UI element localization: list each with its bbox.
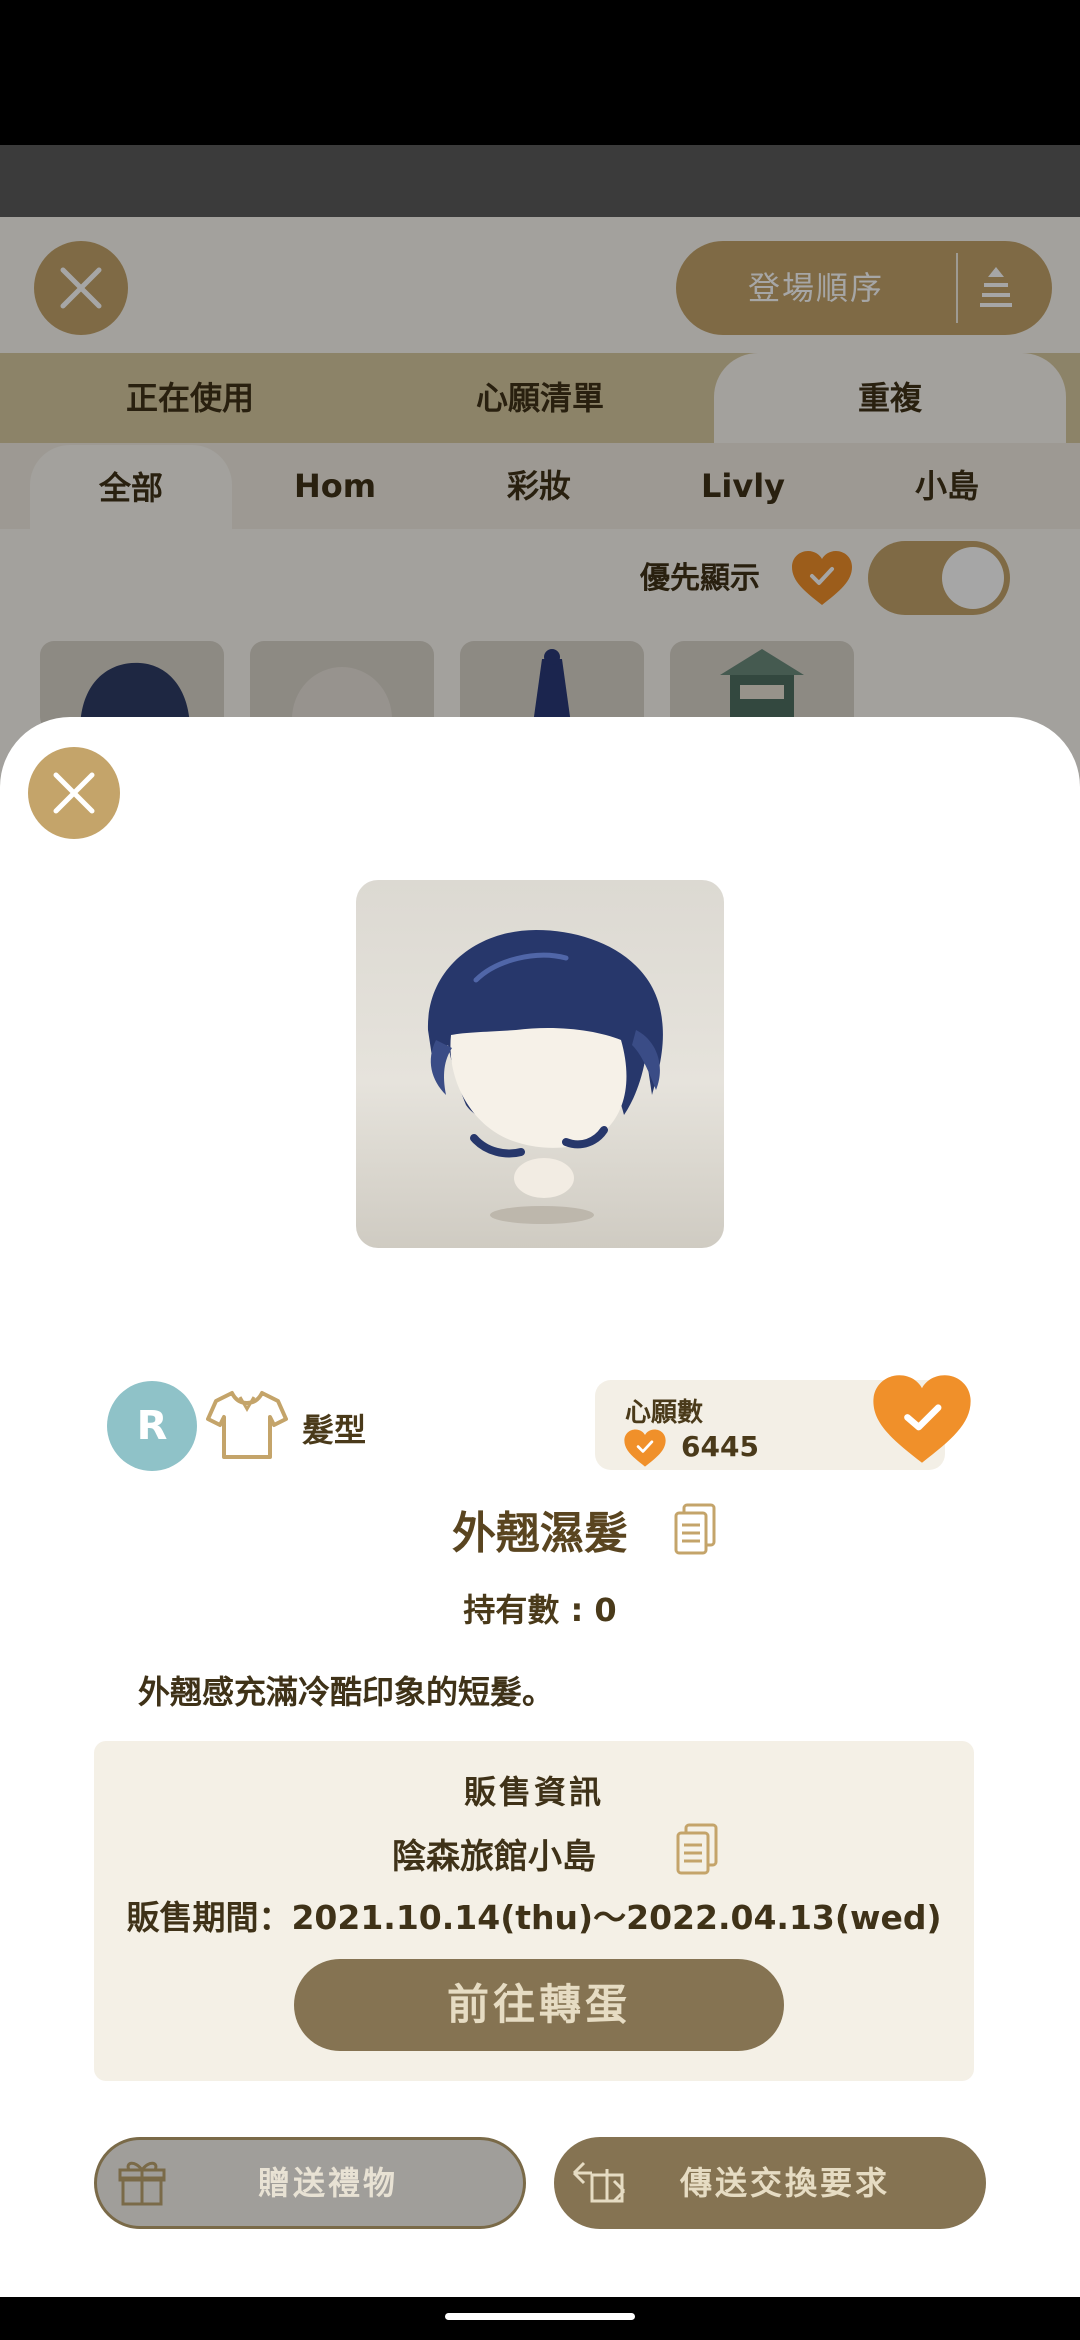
shirt-icon: [206, 1391, 288, 1459]
sale-period: 販售期間：2021.10.14(thu)〜2022.04.13(wed): [126, 1898, 942, 1937]
home-indicator[interactable]: [445, 2313, 635, 2320]
item-detail-sheet: R 髮型 心願數 6445 外翹濕髮 持有數 : 0 外翹感充滿冷酷印象的短髮。…: [0, 717, 1080, 2297]
sale-info-box: 販售資訊 陰森旅館小島 販售期間：2021.10.14(thu)〜2022.04…: [94, 1741, 974, 2081]
rarity-badge: R: [107, 1381, 197, 1471]
go-to-gacha-button[interactable]: 前往轉蛋: [294, 1959, 784, 2051]
wishlist-heart-button[interactable]: [870, 1372, 974, 1466]
wish-label: 心願數: [625, 1398, 704, 1428]
copy-icon[interactable]: [676, 1823, 718, 1875]
close-button[interactable]: [28, 747, 120, 839]
owned-count: 持有數 : 0: [463, 1591, 617, 1629]
close-icon: [53, 772, 95, 814]
item-name: 外翹濕髮: [452, 1508, 628, 1559]
send-gift-label: 贈送禮物: [257, 2164, 398, 2202]
system-nav-bar: [0, 2297, 1080, 2340]
sale-info-title: 販售資訊: [463, 1773, 604, 1811]
wish-heart-small-icon: [624, 1429, 666, 1467]
copy-icon[interactable]: [674, 1503, 716, 1555]
item-description: 外翹感充滿冷酷印象的短髮。: [138, 1673, 555, 1711]
app-bar: [0, 145, 1080, 217]
status-bar: [0, 0, 1080, 145]
hair-preview-icon: [427, 930, 663, 1224]
sale-location: 陰森旅館小島: [392, 1837, 596, 1877]
send-trade-request-label: 傳送交換要求: [679, 2164, 890, 2202]
wish-count: 6445: [681, 1430, 759, 1463]
item-preview-image: [356, 880, 724, 1248]
send-trade-request-button[interactable]: 傳送交換要求: [554, 2137, 986, 2229]
item-category: 髮型: [302, 1411, 367, 1449]
send-gift-button[interactable]: 贈送禮物: [94, 2137, 526, 2229]
